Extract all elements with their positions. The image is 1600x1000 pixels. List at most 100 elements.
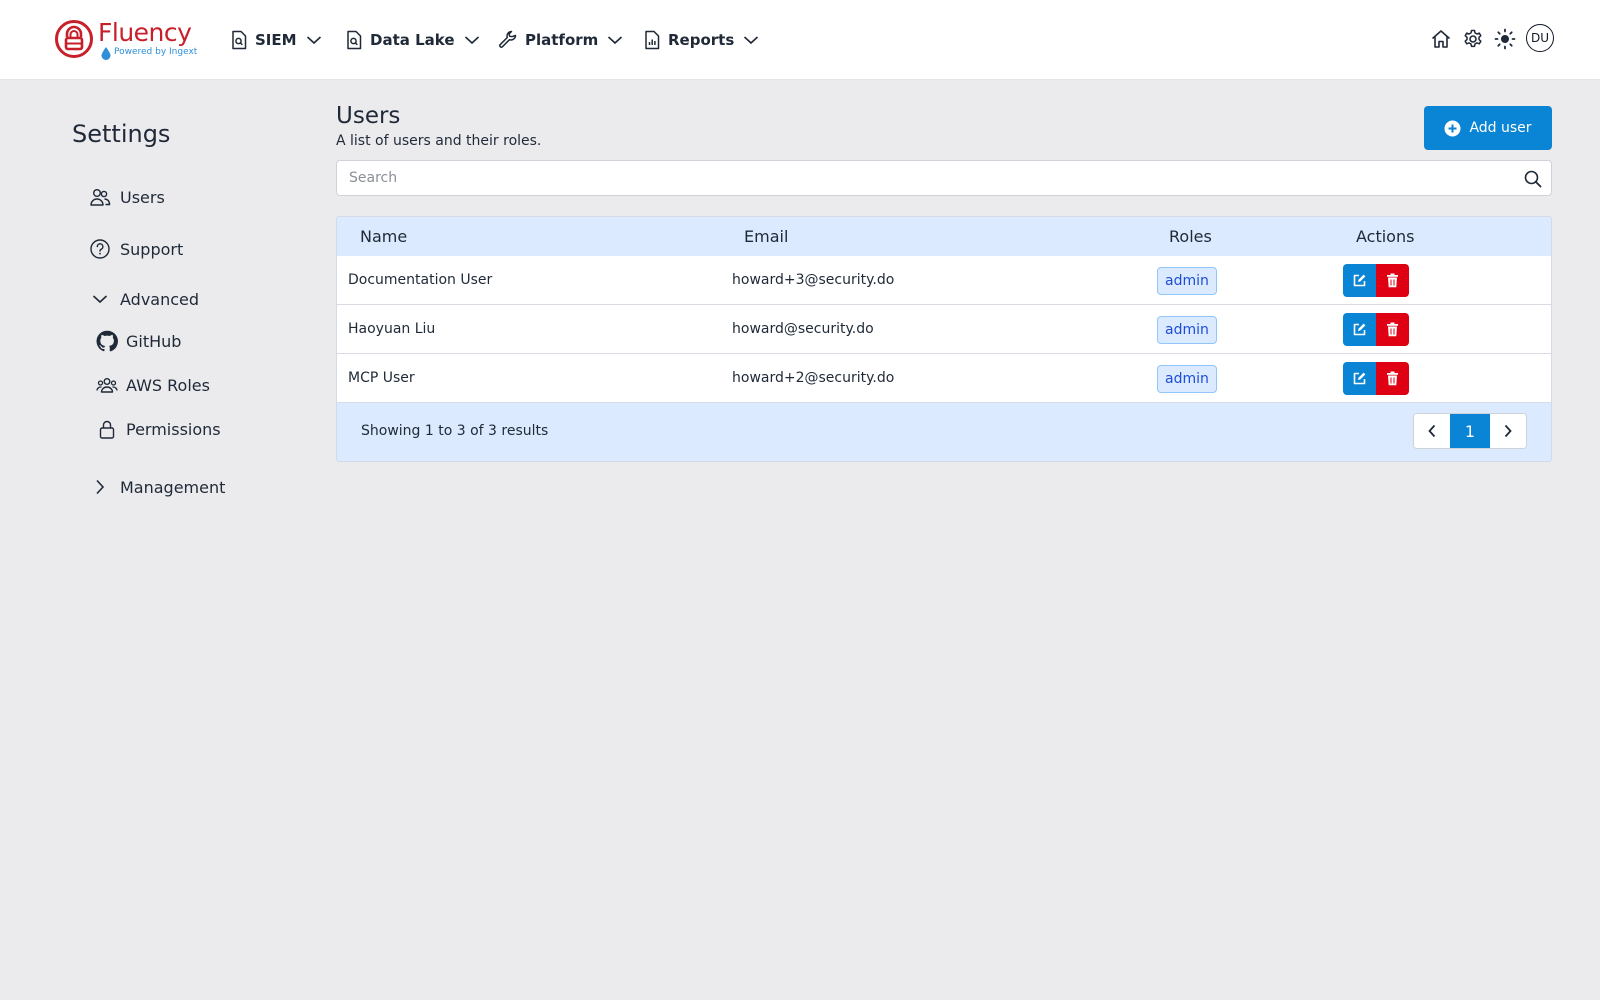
top-right-toolbar: DU — [1430, 23, 1554, 55]
nav-data-lake-label: Data Lake — [370, 31, 455, 49]
chevron-right-icon — [1504, 424, 1512, 438]
sidebar-title: Settings — [72, 120, 171, 148]
table-footer: Showing 1 to 3 of 3 results 1 — [337, 403, 1551, 461]
pagination: 1 — [1413, 413, 1527, 449]
sidebar-item-github[interactable]: GitHub — [96, 328, 181, 354]
nav-siem-label: SIEM — [255, 31, 297, 49]
page-number-button[interactable]: 1 — [1450, 414, 1490, 448]
search-document-icon — [232, 30, 247, 50]
brand-tagline-text: Powered by Ingext — [114, 47, 198, 57]
sidebar-item-management[interactable]: Management — [89, 474, 225, 500]
droplet-icon — [101, 47, 111, 60]
sidebar-item-users[interactable]: Users — [89, 184, 165, 210]
next-page-button[interactable] — [1490, 414, 1526, 448]
table-header: Name Email Roles Actions — [337, 217, 1551, 256]
edit-user-button[interactable] — [1343, 362, 1376, 395]
nav-siem[interactable]: SIEM — [230, 25, 322, 55]
column-header-email[interactable]: Email — [744, 227, 788, 246]
column-header-actions: Actions — [1356, 227, 1415, 246]
page-subtitle: A list of users and their roles. — [336, 133, 542, 149]
user-name: MCP User — [348, 370, 415, 386]
search-document-icon — [347, 30, 362, 50]
home-button[interactable] — [1430, 28, 1452, 50]
search-icon[interactable] — [1523, 169, 1543, 189]
sidebar-item-label: Permissions — [126, 419, 221, 439]
edit-user-button[interactable] — [1343, 264, 1376, 297]
brand-name: Fluency — [98, 18, 192, 47]
search-box — [336, 160, 1552, 196]
table-body: Documentation User howard+3@security.do … — [337, 256, 1551, 403]
edit-icon — [1353, 274, 1366, 287]
role-badge: admin — [1157, 365, 1217, 393]
fluency-logo-icon — [55, 20, 93, 58]
sun-icon — [1494, 28, 1516, 50]
role-badge: admin — [1157, 316, 1217, 344]
previous-page-button[interactable] — [1414, 414, 1450, 448]
sidebar-item-label: Users — [120, 187, 165, 207]
sidebar-item-label: GitHub — [126, 331, 182, 351]
nav-reports[interactable]: Reports — [643, 25, 759, 55]
home-icon — [1431, 30, 1451, 48]
column-header-roles[interactable]: Roles — [1169, 227, 1212, 246]
add-user-label: Add user — [1469, 120, 1532, 136]
add-user-button[interactable]: Add user — [1424, 106, 1552, 150]
user-email: howard@security.do — [732, 321, 874, 337]
users-table: Name Email Roles Actions Documentation U… — [336, 216, 1552, 462]
sidebar-item-aws-roles[interactable]: AWS Roles — [96, 372, 210, 398]
chevron-down-icon — [608, 36, 623, 45]
search-input[interactable] — [337, 161, 1551, 195]
sidebar-item-support[interactable]: Support — [89, 236, 183, 262]
results-count: Showing 1 to 3 of 3 results — [361, 423, 549, 439]
user-group-icon — [96, 374, 118, 396]
table-row: Documentation User howard+3@security.do … — [337, 256, 1551, 305]
trash-icon — [1387, 322, 1398, 337]
sidebar-item-label: AWS Roles — [126, 375, 210, 395]
users-icon — [89, 186, 111, 208]
sidebar-item-permissions[interactable]: Permissions — [96, 416, 221, 442]
chart-document-icon — [645, 30, 660, 50]
trash-icon — [1387, 273, 1398, 288]
row-actions — [1343, 313, 1409, 346]
sidebar-item-advanced[interactable]: Advanced — [89, 286, 199, 312]
user-email: howard+3@security.do — [732, 272, 895, 288]
chevron-down-icon — [89, 288, 111, 310]
sidebar-item-label: Management — [120, 477, 226, 497]
user-avatar[interactable]: DU — [1526, 24, 1554, 52]
trash-icon — [1387, 371, 1398, 386]
fluency-logo[interactable]: Fluency Powered by Ingext — [54, 18, 198, 62]
table-row: Haoyuan Liu howard@security.do admin — [337, 305, 1551, 354]
nav-reports-label: Reports — [668, 31, 735, 49]
edit-icon — [1353, 323, 1366, 336]
user-email: howard+2@security.do — [732, 370, 895, 386]
role-badge: admin — [1157, 267, 1217, 295]
table-row: MCP User howard+2@security.do admin — [337, 354, 1551, 403]
edit-icon — [1353, 372, 1366, 385]
nav-platform[interactable]: Platform — [498, 25, 623, 55]
delete-user-button[interactable] — [1376, 362, 1409, 395]
sidebar-item-label: Advanced — [120, 289, 200, 309]
question-circle-icon — [89, 238, 111, 260]
delete-user-button[interactable] — [1376, 264, 1409, 297]
top-navigation-bar: Fluency Powered by Ingext SIEM Data Lake… — [0, 0, 1600, 80]
nav-platform-label: Platform — [525, 31, 599, 49]
sidebar-item-label: Support — [120, 239, 184, 259]
github-icon — [96, 330, 118, 352]
row-actions — [1343, 264, 1409, 297]
nav-data-lake[interactable]: Data Lake — [345, 25, 480, 55]
chevron-down-icon — [744, 36, 759, 45]
edit-user-button[interactable] — [1343, 313, 1376, 346]
user-name: Haoyuan Liu — [348, 321, 436, 337]
user-name: Documentation User — [348, 272, 493, 288]
theme-toggle-button[interactable] — [1494, 28, 1516, 50]
delete-user-button[interactable] — [1376, 313, 1409, 346]
row-actions — [1343, 362, 1409, 395]
chevron-down-icon — [464, 36, 479, 45]
settings-button[interactable] — [1462, 28, 1484, 50]
page-title: Users — [336, 103, 401, 129]
column-header-name[interactable]: Name — [360, 227, 407, 246]
chevron-left-icon — [1428, 424, 1436, 438]
wrench-icon — [499, 30, 517, 48]
lock-icon — [96, 418, 118, 440]
chevron-right-icon — [89, 476, 111, 498]
chevron-down-icon — [306, 36, 321, 45]
